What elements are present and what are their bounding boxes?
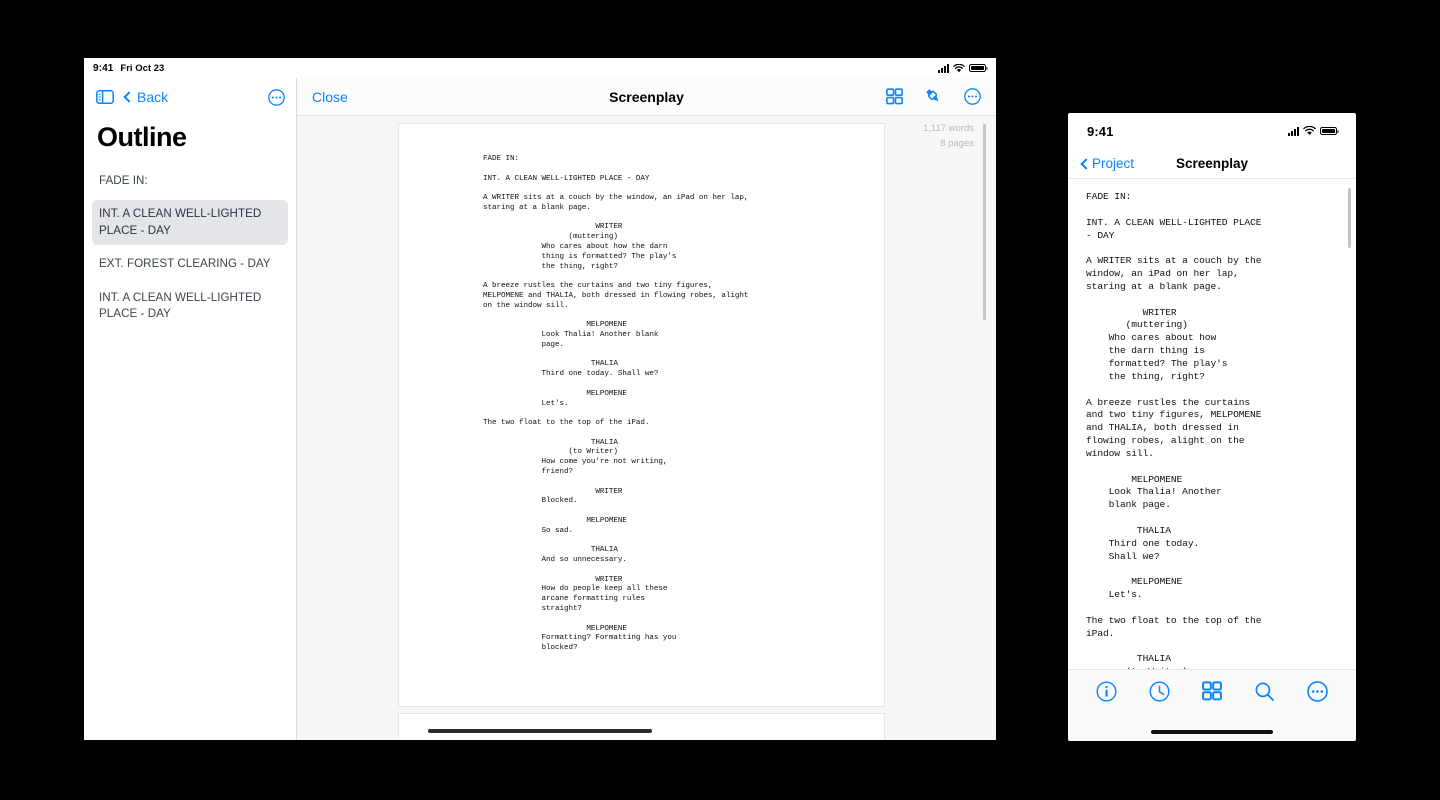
document-scrollbar[interactable] — [1348, 188, 1351, 248]
page-count: 8 pages — [940, 137, 974, 149]
back-button-label: Project — [1092, 156, 1135, 171]
tab-more[interactable] — [1307, 680, 1328, 702]
iphone-nav-bar: Project Screenplay — [1068, 149, 1356, 179]
status-time: 9:41 — [93, 62, 114, 74]
ipad-status-bar: 9:41 Fri Oct 23 — [84, 58, 996, 78]
grid-view-icon — [1202, 681, 1222, 701]
ipad-split-view: Back Outline FADE IN: INT. A CLEAN WELL-… — [84, 78, 996, 740]
more-circle-icon[interactable] — [964, 88, 981, 105]
sidebar-nav-bar: Back — [84, 78, 296, 116]
battery-icon — [1320, 126, 1339, 136]
document-page-2 — [398, 713, 885, 740]
signal-bars-icon — [1288, 126, 1299, 136]
iphone-status-bar: 9:41 — [1068, 113, 1356, 149]
history-clock-icon — [1149, 680, 1170, 702]
tab-search[interactable] — [1254, 681, 1275, 702]
tab-grid[interactable] — [1202, 681, 1222, 701]
tab-history[interactable] — [1149, 680, 1170, 702]
outline-sidebar: Back Outline FADE IN: INT. A CLEAN WELL-… — [84, 78, 297, 740]
screen: 9:41 Fri Oct 23 Back Outline FADE IN: IN… — [0, 0, 1440, 800]
page-title: Outline — [97, 122, 187, 152]
word-count-display: 1,117 words 8 pages — [923, 122, 974, 151]
screenplay-text[interactable]: FADE IN: INT. A CLEAN WELL-LIGHTED PLACE… — [1068, 179, 1356, 669]
wifi-icon — [953, 63, 965, 72]
tab-info[interactable] — [1096, 680, 1117, 702]
battery-icon — [969, 63, 988, 73]
highlighter-icon[interactable] — [924, 87, 943, 106]
signal-bars-icon — [938, 63, 949, 73]
chevron-left-icon — [123, 91, 135, 103]
more-circle-icon — [1307, 680, 1328, 702]
home-indicator[interactable] — [428, 729, 652, 733]
home-indicator[interactable] — [1151, 729, 1273, 734]
ipad-device: 9:41 Fri Oct 23 Back Outline FADE IN: IN… — [84, 58, 996, 740]
search-icon — [1255, 682, 1274, 701]
iphone-device: 9:41 Project Screenplay FADE IN: INT. A … — [1068, 113, 1356, 741]
chevron-left-icon — [1080, 157, 1092, 170]
detail-nav-bar: Close Screenplay — [297, 78, 996, 116]
status-right — [1288, 126, 1339, 136]
iphone-tab-bar — [1068, 669, 1356, 741]
grid-view-icon[interactable] — [886, 88, 903, 105]
status-right — [938, 63, 988, 73]
document-detail-pane: Close Screenplay 1,117 words 8 pages FAD… — [297, 78, 996, 740]
sidebar-toggle-icon[interactable] — [96, 90, 114, 104]
status-time: 9:41 — [1087, 123, 1114, 139]
outline-list: FADE IN: INT. A CLEAN WELL-LIGHTED PLACE… — [84, 153, 296, 329]
outline-item-scene-3[interactable]: INT. A CLEAN WELL-LIGHTED PLACE - DAY — [92, 284, 288, 329]
nav-toolbar — [886, 87, 981, 106]
back-button-label: Back — [137, 89, 169, 105]
document-scrollbar[interactable] — [983, 124, 986, 320]
document-scroll-area[interactable]: 1,117 words 8 pages FADE IN: INT. A CLEA… — [297, 116, 996, 740]
word-count: 1,117 words — [922, 123, 974, 134]
status-date: Fri Oct 23 — [120, 62, 165, 74]
outline-item-scene-1[interactable]: INT. A CLEAN WELL-LIGHTED PLACE - DAY — [92, 200, 288, 246]
iphone-document-area[interactable]: FADE IN: INT. A CLEAN WELL-LIGHTED PLACE… — [1068, 179, 1356, 669]
outline-item-fade-in[interactable]: FADE IN: — [92, 167, 288, 195]
back-button[interactable]: Back — [123, 89, 169, 105]
outline-item-scene-2[interactable]: EXT. FOREST CLEARING - DAY — [92, 250, 288, 278]
tab-list — [1068, 670, 1356, 712]
info-icon — [1096, 680, 1117, 702]
wifi-icon — [1303, 126, 1316, 136]
back-button[interactable]: Project — [1080, 156, 1135, 171]
status-left: 9:41 Fri Oct 23 — [93, 63, 164, 74]
screenplay-text[interactable]: FADE IN: INT. A CLEAN WELL-LIGHTED PLACE… — [399, 124, 884, 654]
document-page-1: FADE IN: INT. A CLEAN WELL-LIGHTED PLACE… — [398, 123, 885, 707]
more-circle-icon[interactable] — [268, 88, 285, 106]
close-button[interactable]: Close — [312, 89, 348, 105]
